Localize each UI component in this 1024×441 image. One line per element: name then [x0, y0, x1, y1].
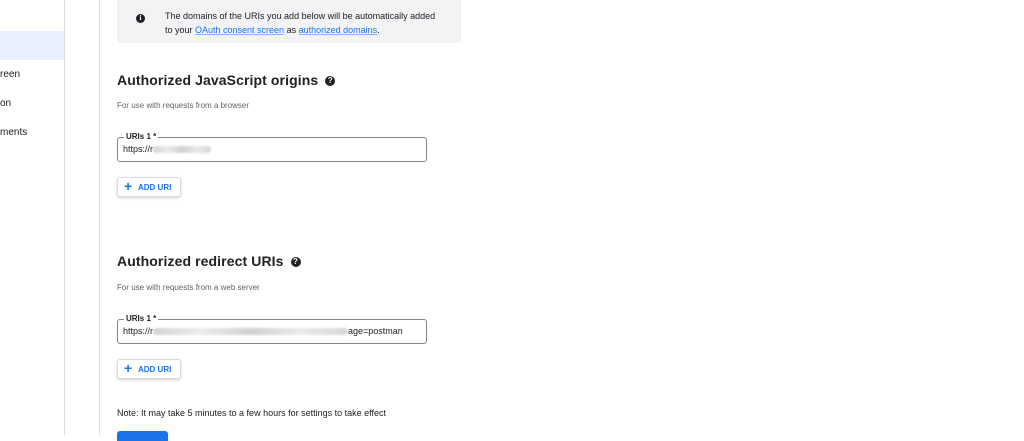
- sidebar-item-label: on: [0, 98, 12, 109]
- help-icon[interactable]: ?: [325, 76, 336, 86]
- add-uri-label: ADD URI: [138, 183, 172, 192]
- sidebar-item-oauth-consent-screen[interactable]: reen: [0, 69, 20, 80]
- redirect-uris-title-text: Authorized redirect URIs: [117, 253, 284, 269]
- js-origin-uri-value[interactable]: https://r: [123, 144, 212, 154]
- js-origins-title-text: Authorized JavaScript origins: [117, 72, 319, 88]
- redirect-uri-field[interactable]: URIs 1 * https://r age=postman: [117, 314, 427, 344]
- js-origin-uri-field[interactable]: URIs 1 * https://r: [117, 132, 427, 162]
- info-prefix: to your: [165, 25, 196, 35]
- js-origin-uri-label: URIs 1 *: [124, 132, 159, 141]
- sidebar: reen on ments: [0, 0, 65, 435]
- info-middle: as: [284, 25, 299, 35]
- info-suffix: .: [377, 25, 380, 35]
- redacted-text: [153, 146, 212, 153]
- redirect-uri-suffix: age=postman: [348, 326, 403, 336]
- add-uri-label: ADD URI: [138, 365, 172, 374]
- info-banner-text: The domains of the URIs you add below wi…: [165, 9, 455, 37]
- sidebar-item-page-usage-agreements[interactable]: ments: [0, 127, 27, 138]
- help-icon[interactable]: ?: [290, 257, 301, 267]
- info-banner: i The domains of the URIs you add below …: [117, 0, 461, 43]
- info-line-1: The domains of the URIs you add below wi…: [165, 11, 436, 21]
- redirect-uris-title: Authorized redirect URIs?: [117, 253, 301, 269]
- plus-icon: +: [124, 178, 133, 194]
- info-icon: i: [136, 14, 145, 23]
- sidebar-item-label: reen: [0, 69, 21, 80]
- oauth-consent-screen-link[interactable]: OAuth consent screen: [195, 25, 284, 35]
- redirect-uri-label: URIs 1 *: [124, 314, 159, 323]
- save-button[interactable]: [117, 431, 168, 441]
- plus-icon: +: [124, 360, 133, 376]
- js-origin-uri-text: https://r: [123, 144, 154, 154]
- add-js-origin-uri-button[interactable]: + ADD URI: [117, 177, 181, 197]
- sidebar-item-label: ments: [0, 127, 28, 138]
- redirect-uris-subtitle: For use with requests from a web server: [117, 283, 260, 292]
- authorized-domains-link[interactable]: authorized domains: [299, 25, 378, 35]
- redirect-uri-value[interactable]: https://r age=postman: [123, 326, 403, 336]
- js-origins-title: Authorized JavaScript origins?: [117, 72, 336, 88]
- add-redirect-uri-button[interactable]: + ADD URI: [117, 359, 181, 379]
- redacted-text: [153, 328, 349, 335]
- redirect-uri-prefix: https://r: [123, 326, 154, 336]
- content-divider: [99, 0, 100, 435]
- settings-note: Note: It may take 5 minutes to a few hou…: [117, 408, 386, 418]
- js-origins-subtitle: For use with requests from a browser: [117, 101, 250, 110]
- sidebar-item-domain-verification[interactable]: on: [0, 98, 11, 109]
- sidebar-item-credentials-selected[interactable]: [0, 31, 64, 60]
